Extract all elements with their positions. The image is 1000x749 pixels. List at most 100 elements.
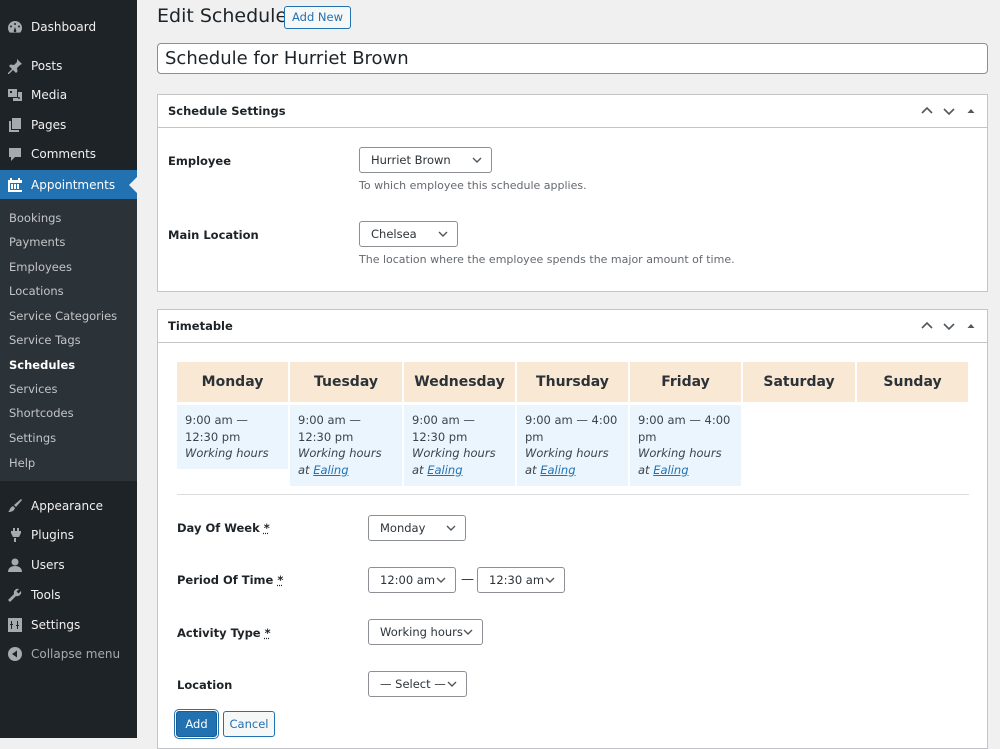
chevron-down-icon [545, 577, 555, 583]
admin-sidebar: Dashboard Posts Media Pages Comments App… [0, 0, 137, 738]
timetable-slot[interactable]: 9:00 am — 12:30 pm Working hours at Eali… [404, 405, 515, 486]
collapse-menu-button[interactable]: Collapse menu [0, 639, 137, 669]
add-new-button[interactable]: Add New [284, 6, 352, 29]
menu-posts[interactable]: Posts [0, 51, 137, 81]
menu-label: Appearance [31, 499, 104, 513]
settings-icon [7, 617, 23, 633]
menu-appearance[interactable]: Appearance [0, 491, 137, 521]
menu-label: Collapse menu [31, 647, 121, 661]
timetable-slot[interactable]: 9:00 am — 12:30 pm Working hours [177, 405, 288, 469]
move-down-icon[interactable] [941, 103, 957, 119]
chevron-down-icon [472, 157, 482, 163]
day-header-thursday: Thursday [517, 362, 628, 402]
submenu-schedules[interactable]: Schedules [9, 355, 75, 375]
slot-activity: Working hours [185, 446, 269, 460]
day-header-tuesday: Tuesday [290, 362, 402, 402]
day-of-week-label: Day Of Week * [177, 521, 270, 535]
timetable-slot[interactable]: 9:00 am — 12:30 pm Working hours at Eali… [290, 405, 402, 486]
menu-users[interactable]: Users [0, 550, 137, 580]
slot-activity: Working hours [298, 446, 382, 460]
menu-settings[interactable]: Settings [0, 610, 137, 640]
menu-media[interactable]: Media [0, 80, 137, 110]
menu-label: Pages [31, 118, 67, 132]
chevron-down-icon [447, 681, 457, 687]
submenu-services[interactable]: Services [9, 379, 58, 399]
media-icon [7, 87, 23, 103]
employee-description: To which employee this schedule applies. [359, 179, 587, 192]
period-start-value: 12:00 am [380, 573, 436, 587]
menu-label: Tools [31, 588, 61, 602]
menu-appointments[interactable]: Appointments [0, 170, 137, 200]
menu-dashboard[interactable]: Dashboard [0, 12, 137, 42]
slot-location-link[interactable]: Ealing [427, 463, 462, 477]
submenu-payments[interactable]: Payments [9, 232, 65, 252]
slot-location-link[interactable]: Ealing [540, 463, 575, 477]
slot-activity: Working hours [412, 446, 496, 460]
add-button[interactable]: Add [176, 711, 217, 737]
slot-location-link[interactable]: Ealing [313, 463, 348, 477]
slot-location-link[interactable]: Ealing [653, 463, 688, 477]
cancel-button[interactable]: Cancel [223, 711, 275, 737]
location-select[interactable]: — Select — [368, 671, 467, 697]
day-of-week-select[interactable]: Monday [368, 515, 466, 541]
main-location-label: Main Location [168, 228, 259, 242]
timetable-slot[interactable]: 9:00 am — 4:00 pm Working hours at Ealin… [630, 405, 741, 486]
slot-time: 9:00 am — 4:00 pm [525, 413, 618, 444]
activity-type-value: Working hours [380, 625, 463, 639]
menu-label: Appointments [31, 178, 116, 192]
menu-tools[interactable]: Tools [0, 580, 137, 610]
menu-label: Settings [31, 618, 81, 632]
slot-at: at [412, 462, 424, 477]
menu-label: Comments [31, 147, 97, 161]
chevron-down-icon [436, 577, 446, 583]
menu-comments[interactable]: Comments [0, 139, 137, 169]
day-header-monday: Monday [177, 362, 288, 402]
timetable-divider [177, 494, 969, 495]
plugin-icon [7, 527, 23, 543]
day-header-sunday: Sunday [857, 362, 968, 402]
submenu-shortcodes[interactable]: Shortcodes [9, 403, 74, 423]
page-title: Edit Schedule [157, 5, 288, 27]
move-down-icon[interactable] [941, 318, 957, 334]
employee-select[interactable]: Hurriet Brown [359, 147, 492, 173]
day-of-week-value: Monday [380, 521, 426, 535]
submenu-help[interactable]: Help [9, 453, 35, 473]
main-location-select[interactable]: Chelsea [359, 221, 458, 247]
submenu-bookings[interactable]: Bookings [9, 208, 61, 228]
move-up-icon[interactable] [919, 103, 935, 119]
timetable-slot[interactable]: 9:00 am — 4:00 pm Working hours at Ealin… [517, 405, 628, 486]
submenu-service-categories[interactable]: Service Categories [9, 306, 117, 326]
submenu-service-tags[interactable]: Service Tags [9, 330, 81, 350]
required-marker: * [264, 626, 271, 640]
day-header-friday: Friday [630, 362, 741, 402]
pages-icon [7, 117, 23, 133]
collapse-icon [7, 646, 23, 662]
day-header-saturday: Saturday [743, 362, 855, 402]
slot-at: at [298, 462, 310, 477]
period-start-select[interactable]: 12:00 am [368, 567, 456, 593]
timetable-title: Timetable [168, 319, 233, 333]
location-select-value: — Select — [380, 677, 446, 691]
slot-at: at [638, 462, 650, 477]
user-icon [7, 557, 23, 573]
submenu-locations[interactable]: Locations [9, 281, 64, 301]
move-up-icon[interactable] [919, 318, 935, 334]
toggle-panel-icon[interactable] [963, 318, 979, 334]
pin-icon [7, 58, 23, 74]
activity-type-select[interactable]: Working hours [368, 619, 483, 645]
slot-at: at [525, 462, 537, 477]
schedule-settings-header: Schedule Settings [158, 95, 987, 128]
menu-pages[interactable]: Pages [0, 110, 137, 140]
toggle-panel-icon[interactable] [963, 103, 979, 119]
required-marker: * [263, 521, 270, 535]
submenu-employees[interactable]: Employees [9, 257, 72, 277]
menu-plugins[interactable]: Plugins [0, 520, 137, 550]
required-marker: * [277, 573, 284, 587]
period-label: Period Of Time * [177, 573, 284, 587]
activity-type-label: Activity Type * [177, 626, 271, 640]
schedule-title-input[interactable]: Schedule for Hurriet Brown [157, 43, 988, 74]
slot-time: 9:00 am — 12:30 pm [185, 413, 248, 444]
slot-activity: Working hours [525, 446, 609, 460]
submenu-settings[interactable]: Settings [9, 428, 56, 448]
period-end-select[interactable]: 12:30 am [477, 567, 565, 593]
